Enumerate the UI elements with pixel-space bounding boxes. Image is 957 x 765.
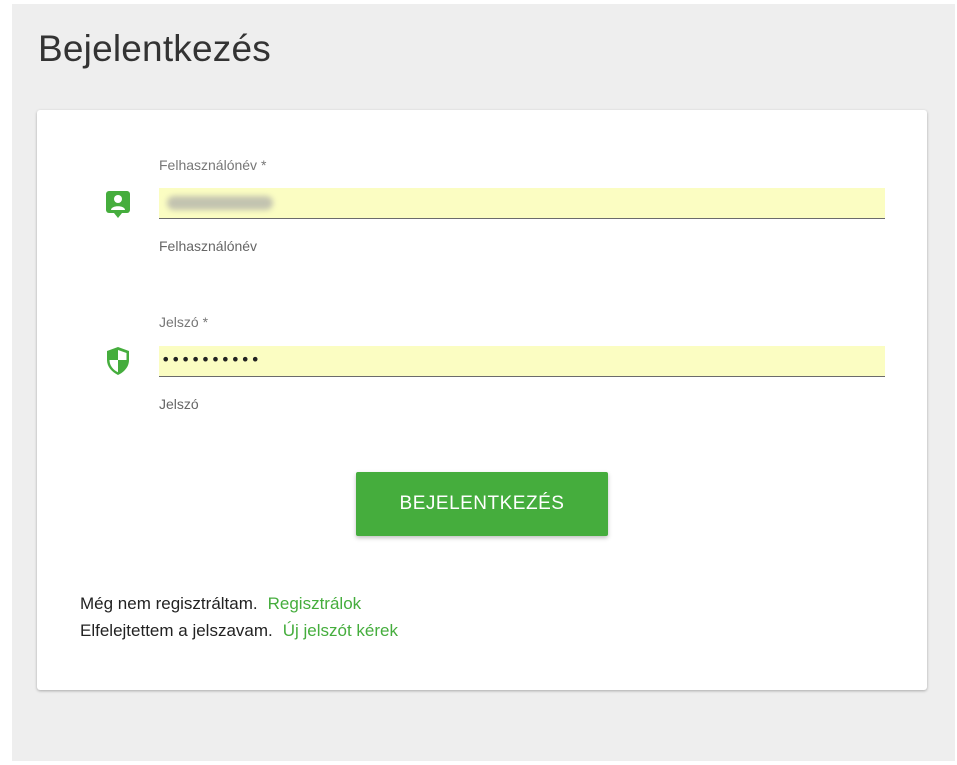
login-card: Felhasználónév * Felhasználónév Jelszó *	[37, 110, 927, 690]
page-title: Bejelentkezés	[38, 28, 271, 69]
login-button[interactable]: BEJELENTKEZÉS	[356, 472, 608, 536]
password-hint: Jelszó	[159, 396, 199, 412]
shield-icon	[105, 346, 131, 376]
password-label: Jelszó *	[159, 314, 209, 330]
page-background: Bejelentkezés Felhasználónév * Felhaszná…	[12, 4, 955, 761]
username-value-blurred	[167, 196, 273, 210]
username-hint: Felhasználónév	[159, 238, 258, 254]
username-label: Felhasználónév *	[159, 157, 267, 173]
forgot-password-prompt: Elfelejtettem a jelszavam.	[80, 621, 273, 640]
forgot-password-row: Elfelejtettem a jelszavam. Új jelszót kér…	[80, 621, 398, 641]
account-box-icon	[105, 190, 131, 220]
username-input[interactable]	[159, 188, 885, 219]
register-link[interactable]: Regisztrálok	[268, 594, 362, 613]
register-prompt: Még nem regisztráltam.	[80, 594, 258, 613]
register-row: Még nem regisztráltam. Regisztrálok	[80, 594, 361, 614]
forgot-password-link[interactable]: Új jelszót kérek	[283, 621, 398, 640]
password-value: ••••••••••	[161, 350, 261, 369]
password-input[interactable]: ••••••••••	[159, 346, 885, 377]
